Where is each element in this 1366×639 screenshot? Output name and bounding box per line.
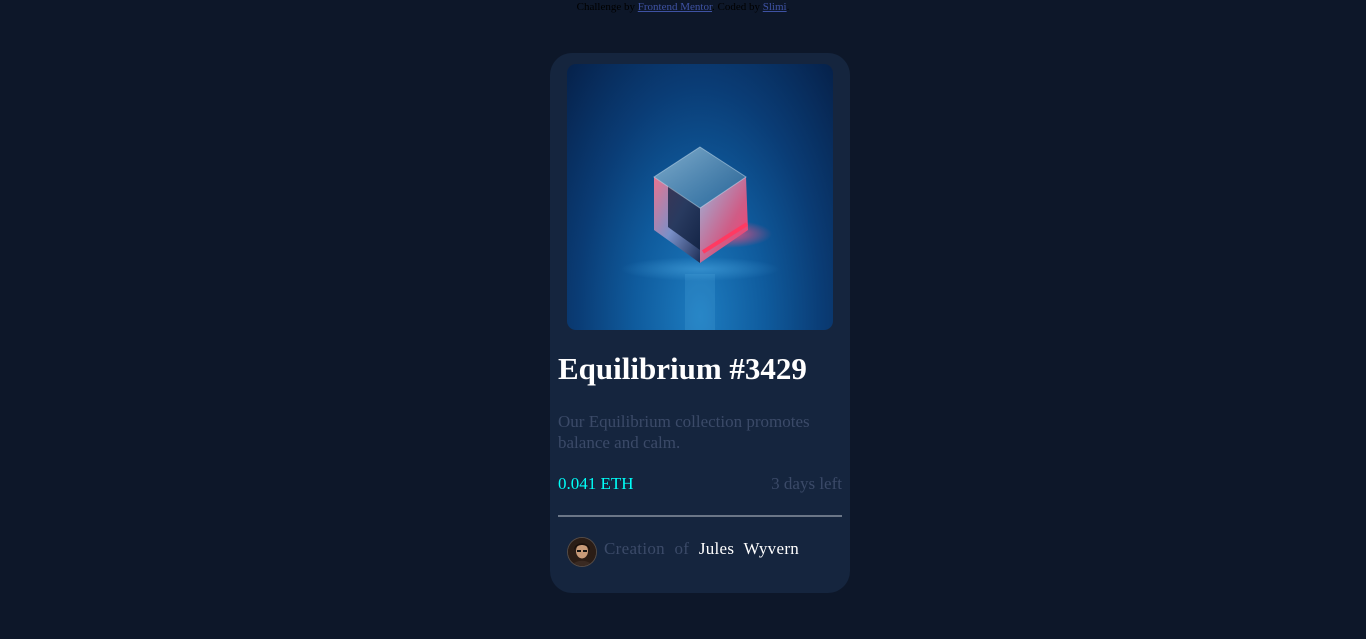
- time-left: 3 days left: [771, 474, 842, 494]
- cube-illustration: [620, 146, 780, 330]
- attribution-suffix: .: [786, 1, 790, 13]
- price: ◆ 0.041 ETH: [558, 474, 634, 494]
- divider: [558, 515, 842, 517]
- creator-line: Creation of Jules Wyvern: [604, 539, 799, 559]
- attribution: Challenge by Frontend Mentor. Coded by S…: [0, 1, 1366, 13]
- card-title[interactable]: Equilibrium #3429: [558, 351, 807, 387]
- frontend-mentor-link[interactable]: Frontend Mentor: [638, 1, 712, 13]
- avatar-image: [568, 538, 596, 566]
- author-link[interactable]: Slimi: [763, 1, 787, 13]
- price-value: 0.041 ETH: [558, 474, 634, 493]
- attribution-prefix: Challenge by: [576, 1, 636, 13]
- time-left-value: 3 days left: [771, 474, 842, 493]
- card-description: Our Equilibrium collection promotes bala…: [558, 412, 810, 452]
- nft-image[interactable]: [567, 64, 833, 330]
- creator-prefix: Creation of: [604, 539, 690, 558]
- nft-card: Equilibrium #3429 Our Equilibrium collec…: [550, 53, 850, 593]
- attribution-middle: . Coded by: [712, 1, 760, 13]
- creator-name[interactable]: Jules Wyvern: [699, 539, 799, 558]
- avatar: [567, 537, 597, 567]
